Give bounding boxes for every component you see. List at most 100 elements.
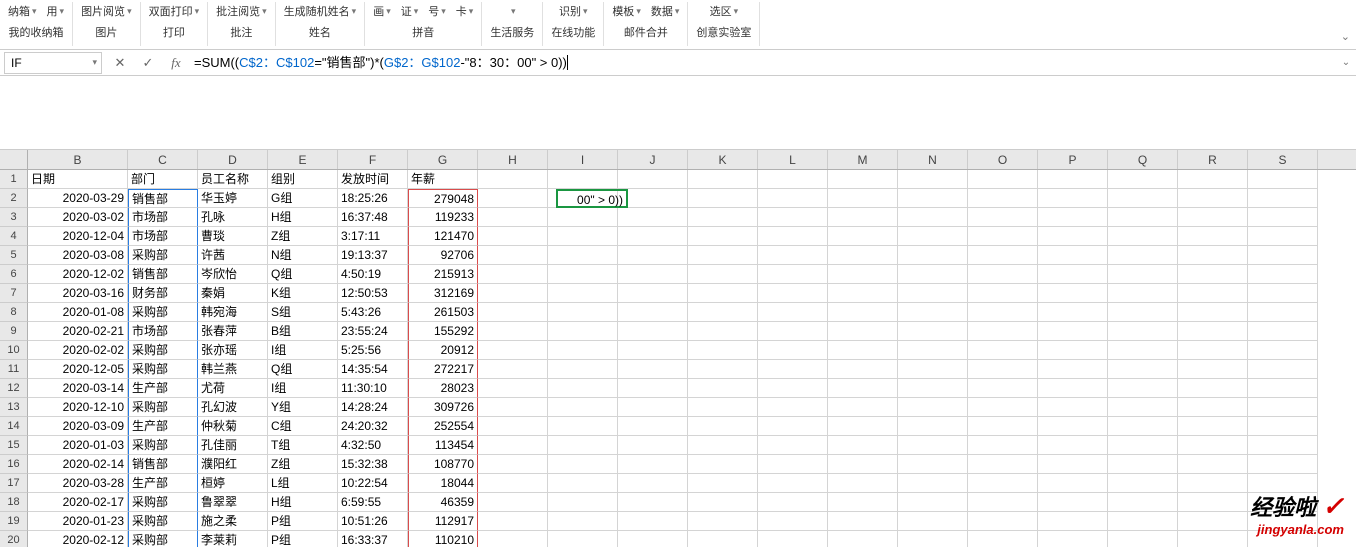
cell[interactable] xyxy=(688,360,758,379)
cell[interactable]: I组 xyxy=(268,379,338,398)
cell[interactable]: 2020-12-04 xyxy=(28,227,128,246)
cell[interactable] xyxy=(1248,189,1318,208)
cell[interactable]: 年薪 xyxy=(408,170,478,189)
cell[interactable] xyxy=(618,455,688,474)
cell[interactable] xyxy=(1108,341,1178,360)
cell[interactable] xyxy=(618,493,688,512)
cell[interactable]: 10:51:26 xyxy=(338,512,408,531)
cell[interactable] xyxy=(898,455,968,474)
fx-button[interactable]: fx xyxy=(162,52,190,74)
cell[interactable] xyxy=(688,398,758,417)
cell[interactable] xyxy=(828,474,898,493)
cell[interactable] xyxy=(688,341,758,360)
cell[interactable] xyxy=(898,284,968,303)
cell[interactable]: 2020-02-14 xyxy=(28,455,128,474)
cell[interactable]: 112917 xyxy=(408,512,478,531)
cell[interactable] xyxy=(548,417,618,436)
ribbon-caret-icon[interactable]: ▾ xyxy=(636,6,641,17)
cell[interactable] xyxy=(1248,436,1318,455)
cell[interactable] xyxy=(828,341,898,360)
cell[interactable]: 121470 xyxy=(408,227,478,246)
cell[interactable]: 张亦瑶 xyxy=(198,341,268,360)
cell[interactable]: 仲秋菊 xyxy=(198,417,268,436)
cell[interactable] xyxy=(758,303,828,322)
cell[interactable] xyxy=(548,322,618,341)
cell[interactable] xyxy=(898,208,968,227)
cell[interactable]: 2020-02-02 xyxy=(28,341,128,360)
cell[interactable] xyxy=(688,436,758,455)
row-header[interactable]: 3 xyxy=(0,208,28,227)
ribbon-caret-icon[interactable]: ▾ xyxy=(469,6,474,17)
name-box-caret-icon[interactable]: ▾ xyxy=(92,57,97,68)
cell[interactable] xyxy=(688,265,758,284)
formula-expand-icon[interactable]: ⌄ xyxy=(1336,57,1356,68)
cell[interactable] xyxy=(618,246,688,265)
cell[interactable]: 252554 xyxy=(408,417,478,436)
cell[interactable]: 孔幻波 xyxy=(198,398,268,417)
cell[interactable] xyxy=(1178,512,1248,531)
cell[interactable] xyxy=(968,493,1038,512)
cell[interactable] xyxy=(758,455,828,474)
cell[interactable] xyxy=(1108,398,1178,417)
cell[interactable]: 张春萍 xyxy=(198,322,268,341)
ribbon-caret-icon[interactable]: ▾ xyxy=(386,6,391,17)
ribbon-caret-icon[interactable]: ▾ xyxy=(583,6,588,17)
cell[interactable] xyxy=(898,474,968,493)
column-header[interactable]: N xyxy=(898,150,968,169)
cell[interactable] xyxy=(1248,360,1318,379)
cell[interactable] xyxy=(1108,265,1178,284)
cell[interactable] xyxy=(688,417,758,436)
cell[interactable] xyxy=(758,246,828,265)
cell[interactable] xyxy=(828,379,898,398)
cell[interactable] xyxy=(478,512,548,531)
row-header[interactable]: 13 xyxy=(0,398,28,417)
column-header[interactable]: E xyxy=(268,150,338,169)
cell[interactable]: 14:28:24 xyxy=(338,398,408,417)
cell[interactable]: 15:32:38 xyxy=(338,455,408,474)
cell[interactable]: 李莱莉 xyxy=(198,531,268,547)
cell[interactable]: 113454 xyxy=(408,436,478,455)
cell[interactable]: 部门 xyxy=(128,170,198,189)
cell[interactable] xyxy=(1038,284,1108,303)
cell[interactable]: 16:33:37 xyxy=(338,531,408,547)
cell[interactable] xyxy=(618,322,688,341)
cell[interactable] xyxy=(758,170,828,189)
cell[interactable] xyxy=(898,417,968,436)
cell[interactable] xyxy=(1248,246,1318,265)
cell[interactable] xyxy=(1178,170,1248,189)
cell[interactable] xyxy=(618,360,688,379)
cell[interactable] xyxy=(968,227,1038,246)
row-header[interactable]: 8 xyxy=(0,303,28,322)
ribbon-caret-icon[interactable]: ▾ xyxy=(734,6,739,17)
cell[interactable] xyxy=(478,303,548,322)
column-header[interactable]: O xyxy=(968,150,1038,169)
cell[interactable] xyxy=(1108,208,1178,227)
cell[interactable] xyxy=(898,436,968,455)
cell[interactable] xyxy=(688,246,758,265)
cell[interactable] xyxy=(1108,436,1178,455)
cell[interactable] xyxy=(548,398,618,417)
cell[interactable]: 10:22:54 xyxy=(338,474,408,493)
cell[interactable] xyxy=(478,208,548,227)
cell[interactable] xyxy=(968,341,1038,360)
cell[interactable] xyxy=(1178,417,1248,436)
ribbon-caret-icon[interactable]: ▾ xyxy=(352,6,357,17)
cell[interactable]: 110210 xyxy=(408,531,478,547)
cell[interactable] xyxy=(1178,284,1248,303)
cell[interactable]: 92706 xyxy=(408,246,478,265)
ribbon-item[interactable]: 图片阅览 xyxy=(81,3,125,19)
cell[interactable] xyxy=(688,474,758,493)
ribbon-item[interactable]: 识别 xyxy=(559,3,581,19)
cell[interactable] xyxy=(478,170,548,189)
cell[interactable] xyxy=(548,208,618,227)
cell[interactable] xyxy=(618,170,688,189)
cell[interactable] xyxy=(968,474,1038,493)
cell[interactable] xyxy=(828,170,898,189)
ribbon-item[interactable]: 批注阅览 xyxy=(216,3,260,19)
cell[interactable]: 采购部 xyxy=(128,493,198,512)
cell[interactable] xyxy=(758,360,828,379)
cell[interactable]: 19:13:37 xyxy=(338,246,408,265)
cell[interactable]: 采购部 xyxy=(128,303,198,322)
cell[interactable] xyxy=(758,531,828,547)
cell[interactable] xyxy=(758,284,828,303)
